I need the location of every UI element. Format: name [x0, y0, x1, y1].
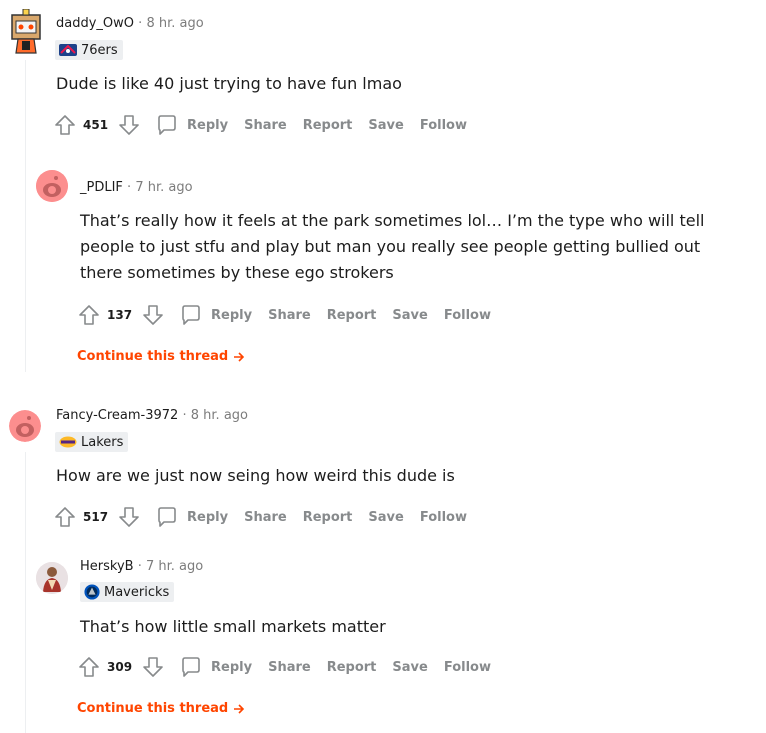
reply-label: Reply [187, 509, 229, 525]
save-button[interactable]: Save [368, 510, 403, 525]
timestamp[interactable]: 8 hr. ago [191, 408, 248, 423]
save-button[interactable]: Save [368, 118, 403, 133]
reply-button[interactable]: Reply [179, 655, 252, 679]
vote-score: 451 [83, 118, 109, 132]
avatar[interactable] [36, 562, 68, 594]
avatar[interactable] [36, 170, 68, 202]
flair-text: Lakers [81, 434, 124, 450]
reply-label: Reply [211, 659, 253, 675]
follow-button[interactable]: Follow [420, 510, 467, 525]
separator-dot: · [138, 16, 143, 31]
snoo-avatar-icon [11, 8, 41, 54]
comment-body: How are we just now seing how weird this… [56, 466, 455, 485]
follow-button[interactable]: Follow [420, 118, 467, 133]
comment-actions: 451 Reply Share Report Save Follow [53, 112, 483, 138]
vote-score: 137 [107, 308, 133, 322]
timestamp[interactable]: 7 hr. ago [146, 559, 203, 574]
report-button[interactable]: Report [303, 118, 353, 133]
separator-dot: · [137, 559, 142, 574]
upvote-arrow-icon[interactable] [53, 113, 77, 137]
arrow-right-icon [233, 703, 244, 714]
reply-button[interactable]: Reply [155, 113, 228, 137]
user-flair: Lakers [55, 432, 129, 452]
share-button[interactable]: Share [244, 118, 287, 133]
comment-meta: daddy_OwO · 8 hr. ago [56, 15, 204, 33]
user-photo-avatar-icon [36, 562, 68, 594]
timestamp[interactable]: 8 hr. ago [146, 16, 203, 31]
comment-meta: Fancy-Cream-3972 · 8 hr. ago [56, 407, 248, 425]
separator-dot: · [182, 408, 187, 423]
report-button[interactable]: Report [327, 308, 377, 323]
chat-bubble-icon [158, 115, 176, 135]
reply-label: Reply [211, 307, 253, 323]
downvote-arrow-icon[interactable] [117, 505, 141, 529]
chat-bubble-icon [158, 507, 176, 527]
timestamp[interactable]: 7 hr. ago [135, 180, 192, 195]
continue-thread-link[interactable]: Continue this thread [77, 701, 245, 716]
follow-button[interactable]: Follow [444, 308, 491, 323]
avatar[interactable] [9, 8, 43, 55]
downvote-arrow-icon[interactable] [141, 655, 165, 679]
vote-score: 309 [107, 660, 133, 674]
follow-button[interactable]: Follow [444, 660, 491, 675]
76ers-logo-icon [59, 44, 77, 56]
mavericks-logo-icon [84, 584, 100, 600]
vote-score: 517 [83, 510, 109, 524]
author-name[interactable]: _PDLIF [80, 180, 123, 195]
thread-line[interactable] [25, 452, 26, 733]
reply-button[interactable]: Reply [155, 505, 228, 529]
comment-body: That’s how little small markets matter [80, 617, 386, 636]
comment-meta: HerskyB · 7 hr. ago [80, 558, 203, 576]
default-snoo-icon [9, 410, 41, 442]
continue-thread-label: Continue this thread [77, 701, 229, 716]
default-snoo-icon [36, 170, 68, 202]
share-button[interactable]: Share [244, 510, 287, 525]
user-flair: 76ers [55, 40, 123, 60]
author-name[interactable]: daddy_OwO [56, 16, 134, 31]
continue-thread-label: Continue this thread [77, 349, 229, 364]
comment-actions: 309 Reply Share Report Save Follow [77, 654, 507, 680]
report-button[interactable]: Report [303, 510, 353, 525]
author-name[interactable]: HerskyB [80, 559, 134, 574]
downvote-arrow-icon[interactable] [141, 303, 165, 327]
reply-button[interactable]: Reply [179, 303, 252, 327]
upvote-arrow-icon[interactable] [53, 505, 77, 529]
comment-actions: 517 Reply Share Report Save Follow [53, 504, 483, 530]
avatar[interactable] [9, 410, 41, 442]
continue-thread-link[interactable]: Continue this thread [77, 349, 245, 364]
upvote-arrow-icon[interactable] [77, 303, 101, 327]
share-button[interactable]: Share [268, 660, 311, 675]
arrow-right-icon [233, 351, 244, 362]
reply-label: Reply [187, 117, 229, 133]
chat-bubble-icon [182, 657, 200, 677]
save-button[interactable]: Save [392, 660, 427, 675]
share-button[interactable]: Share [268, 308, 311, 323]
comment-body: That’s really how it feels at the park s… [80, 211, 705, 282]
report-button[interactable]: Report [327, 660, 377, 675]
comment-body: Dude is like 40 just trying to have fun … [56, 74, 402, 93]
flair-text: Mavericks [104, 584, 170, 600]
user-flair: Mavericks [80, 582, 175, 602]
save-button[interactable]: Save [392, 308, 427, 323]
comment-actions: 137 Reply Share Report Save Follow [77, 302, 507, 328]
comment-meta: _PDLIF · 7 hr. ago [80, 179, 193, 197]
thread-line[interactable] [25, 60, 26, 372]
downvote-arrow-icon[interactable] [117, 113, 141, 137]
lakers-logo-icon [59, 436, 77, 448]
upvote-arrow-icon[interactable] [77, 655, 101, 679]
chat-bubble-icon [182, 305, 200, 325]
separator-dot: · [127, 180, 132, 195]
flair-text: 76ers [81, 42, 118, 58]
author-name[interactable]: Fancy-Cream-3972 [56, 408, 178, 423]
